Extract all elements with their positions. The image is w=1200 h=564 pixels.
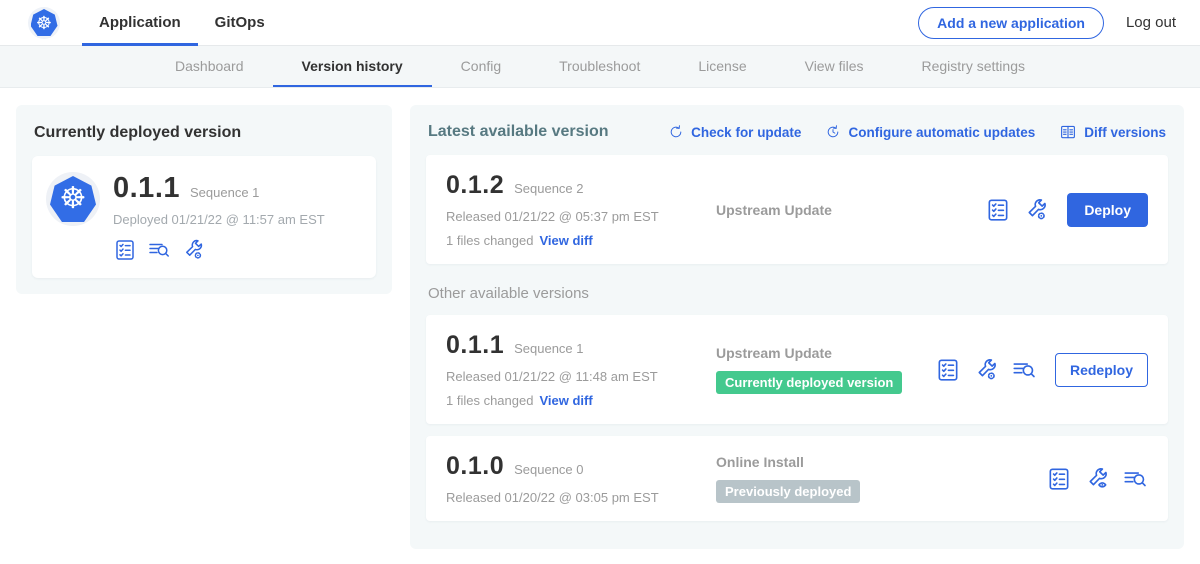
check-for-update-link[interactable]: Check for update (668, 124, 801, 140)
diff-icon (1059, 123, 1077, 141)
deployed-version-number: 0.1.1 (113, 172, 180, 205)
currently-deployed-badge: Currently deployed version (716, 371, 902, 394)
version-source-label: Upstream Update (716, 202, 985, 218)
other-available-versions-title: Other available versions (428, 285, 1166, 302)
tab-gitops-label: GitOps (215, 14, 265, 31)
files-changed-label: 1 files changed (446, 393, 533, 408)
preflight-checks-icon[interactable] (935, 357, 961, 383)
deploy-button[interactable]: Deploy (1067, 193, 1148, 227)
currently-deployed-title: Currently deployed version (34, 124, 374, 142)
schedule-icon (825, 124, 841, 140)
tab-version-history[interactable]: Version history (273, 46, 432, 87)
app-tabs: Application GitOps (82, 0, 282, 46)
tab-view-files[interactable]: View files (776, 46, 893, 87)
view-config-icon[interactable] (1084, 466, 1110, 492)
kubernetes-app-icon: ☸ (46, 172, 100, 226)
deploy-logs-icon[interactable] (1011, 357, 1037, 383)
version-number: 0.1.0 (446, 452, 504, 481)
currently-deployed-card: ☸ 0.1.1 Sequence 1 Deployed 01/21/22 @ 1… (32, 156, 376, 278)
tab-dashboard[interactable]: Dashboard (146, 46, 273, 87)
preflight-checks-icon[interactable] (985, 197, 1011, 223)
version-number: 0.1.1 (446, 331, 504, 360)
sequence-label: Sequence 0 (514, 462, 583, 477)
edit-config-icon[interactable] (181, 238, 205, 262)
deployed-timestamp: Deployed 01/21/22 @ 11:57 am EST (113, 212, 325, 227)
deployed-sequence-label: Sequence 1 (190, 185, 259, 200)
view-diff-link[interactable]: View diff (539, 393, 592, 408)
preflight-checks-icon[interactable] (1046, 466, 1072, 492)
kubernetes-logo-icon: ☸ (28, 7, 60, 39)
edit-config-icon[interactable] (1023, 197, 1049, 223)
redeploy-button[interactable]: Redeploy (1055, 353, 1148, 387)
version-number: 0.1.2 (446, 171, 504, 200)
app-header: ☸ Application GitOps Add a new applicati… (0, 0, 1200, 46)
files-changed-label: 1 files changed (446, 233, 533, 248)
currently-deployed-panel: Currently deployed version ☸ 0.1.1 Seque… (16, 105, 392, 294)
app-subnav: Dashboard Version history Config Trouble… (0, 46, 1200, 88)
tab-troubleshoot[interactable]: Troubleshoot (530, 46, 669, 87)
version-card-0-1-0: 0.1.0 Sequence 0 Released 01/20/22 @ 03:… (426, 436, 1168, 521)
tab-registry-settings[interactable]: Registry settings (893, 46, 1054, 87)
version-card-0-1-1: 0.1.1 Sequence 1 Released 01/21/22 @ 11:… (426, 315, 1168, 424)
version-source-label: Online Install (716, 454, 1046, 470)
version-card-0-1-2: 0.1.2 Sequence 2 Released 01/21/22 @ 05:… (426, 155, 1168, 264)
configure-automatic-updates-link[interactable]: Configure automatic updates (825, 124, 1035, 140)
refresh-icon (668, 124, 684, 140)
latest-available-title: Latest available version (428, 123, 609, 141)
tab-application[interactable]: Application (82, 0, 198, 46)
sequence-label: Sequence 1 (514, 341, 583, 356)
released-timestamp: Released 01/21/22 @ 05:37 pm EST (446, 209, 696, 224)
deploy-logs-icon[interactable] (1122, 466, 1148, 492)
tab-license[interactable]: License (669, 46, 775, 87)
version-history-panel: Latest available version Check for updat… (410, 105, 1184, 549)
version-source-label: Upstream Update (716, 345, 935, 361)
tab-application-label: Application (99, 14, 181, 31)
previously-deployed-badge: Previously deployed (716, 480, 860, 503)
edit-config-icon[interactable] (973, 357, 999, 383)
add-new-application-button[interactable]: Add a new application (918, 7, 1104, 39)
tab-config[interactable]: Config (432, 46, 530, 87)
view-diff-link[interactable]: View diff (539, 233, 592, 248)
logout-button[interactable]: Log out (1126, 14, 1176, 31)
released-timestamp: Released 01/21/22 @ 11:48 am EST (446, 369, 696, 384)
deploy-logs-icon[interactable] (147, 238, 171, 262)
tab-gitops[interactable]: GitOps (198, 0, 282, 46)
preflight-checks-icon[interactable] (113, 238, 137, 262)
sequence-label: Sequence 2 (514, 181, 583, 196)
diff-versions-link[interactable]: Diff versions (1059, 123, 1166, 141)
released-timestamp: Released 01/20/22 @ 03:05 pm EST (446, 490, 696, 505)
